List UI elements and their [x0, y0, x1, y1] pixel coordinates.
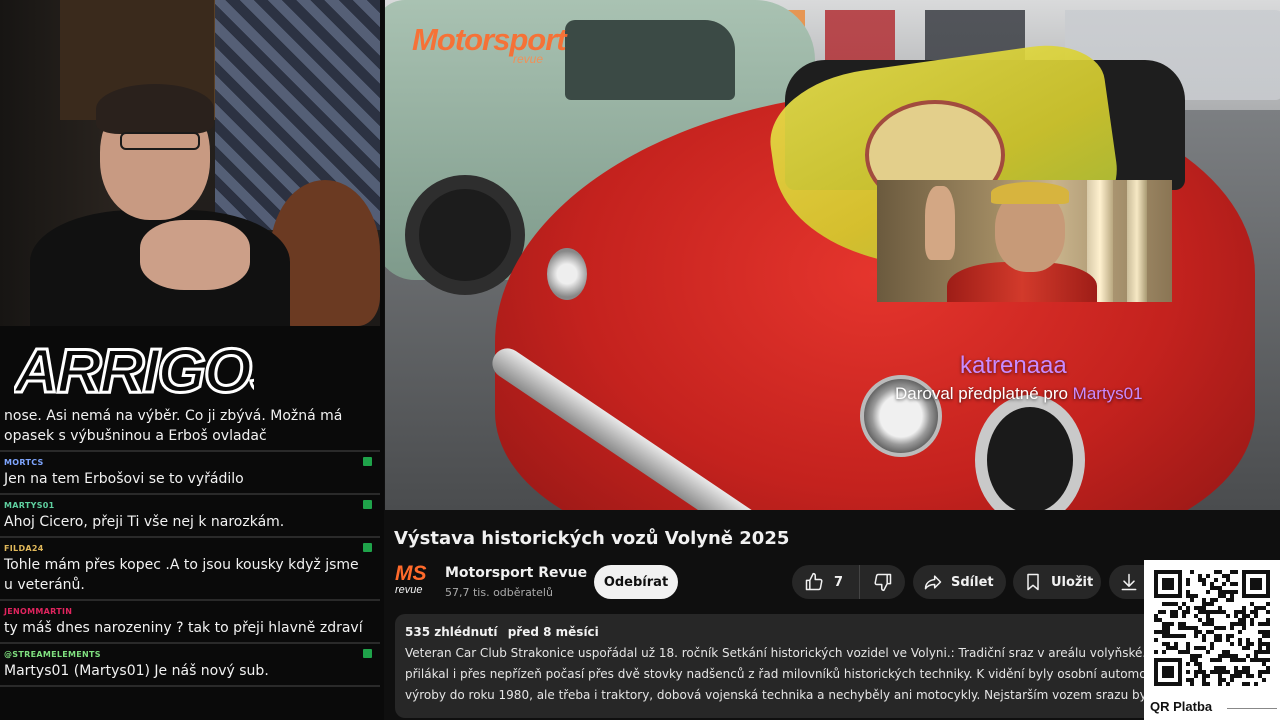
alert-image: [877, 180, 1172, 302]
video-title: Výstava historických vozů Volyně 2025: [394, 528, 790, 549]
like-button[interactable]: 7: [792, 565, 860, 599]
share-arrow-icon: [924, 575, 942, 590]
channel-name[interactable]: Motorsport Revue: [445, 565, 587, 581]
qr-code-icon: [1154, 570, 1270, 686]
video-watermark-sub: revue: [513, 52, 544, 66]
arrigos-logo: ARRIGOS: [14, 336, 254, 403]
view-count: 535 zhlédnutí: [405, 625, 498, 639]
chat-text: Jen na tem Erbošovi se to vyřádilo: [4, 471, 244, 487]
svg-text:ARRIGOS: ARRIGOS: [14, 337, 254, 402]
alert-message: Daroval předplatné pro Martys01: [895, 384, 1143, 403]
thumbs-up-icon: [805, 572, 823, 591]
chat-message: MARTYS01 Ahoj Cicero, přeji Ti vše nej k …: [0, 495, 380, 538]
channel-avatar[interactable]: MS revue: [395, 562, 433, 600]
chat-username[interactable]: @STREAMELEMENTS: [4, 649, 366, 661]
alert-username: katrenaaa: [960, 352, 1067, 379]
webcam-feed: [0, 0, 380, 326]
save-button[interactable]: Uložit: [1013, 565, 1101, 599]
alert-target: Martys01: [1072, 384, 1143, 403]
upload-date: před 8 měsíci: [507, 625, 599, 639]
dislike-button[interactable]: [860, 565, 905, 599]
chat-text: Tohle mám přes kopec .A to jsou kousky k…: [4, 557, 359, 593]
chat-badge-icon: [363, 457, 372, 466]
chat-text: nose. Asi nemá na výběr. Co ji zbývá. Mo…: [4, 408, 343, 444]
stream-sidebar: ARRIGOS nose. Asi nemá na výběr. Co ji z…: [0, 0, 384, 720]
chat-message: FILDA24 Tohle mám přes kopec .A to jsou k…: [0, 538, 380, 601]
chat-panel: nose. Asi nemá na výběr. Co ji zbývá. Mo…: [0, 406, 380, 700]
like-dislike-group: 7: [792, 565, 905, 599]
stream-logo: ARRIGOS: [14, 334, 254, 403]
thumbs-down-icon: [873, 573, 891, 592]
chat-message: MORTCS Jen na tem Erbošovi se to vyřádilo: [0, 452, 380, 495]
chat-message: @STREAMELEMENTS Martys01 (Martys01) Je ná…: [0, 644, 380, 687]
chat-text: Ahoj Cicero, přeji Ti vše nej k narozkám…: [4, 514, 285, 530]
like-count: 7: [834, 574, 844, 590]
chat-badge-icon: [363, 500, 372, 509]
bookmark-icon: [1027, 573, 1039, 591]
chat-badge-icon: [363, 543, 372, 552]
qr-label: QR Platba: [1150, 699, 1213, 714]
screen: ARRIGOS nose. Asi nemá na výběr. Co ji z…: [0, 0, 1280, 720]
chat-text: Martys01 (Martys01) Je náš nový sub.: [4, 663, 269, 679]
description-text: Veteran Car Club Strakonice uspořádal už…: [405, 646, 1162, 702]
chat-username[interactable]: FILDA24: [4, 543, 366, 555]
chat-message: nose. Asi nemá na výběr. Co ji zbývá. Mo…: [0, 406, 380, 452]
share-button[interactable]: Sdílet: [913, 565, 1006, 599]
subscriber-count: 57,7 tis. odběratelů: [445, 586, 553, 599]
chat-badge-icon: [363, 649, 372, 658]
chat-username[interactable]: MARTYS01: [4, 500, 366, 512]
subscribe-button[interactable]: Odebírat: [594, 565, 678, 599]
chat-text: ty máš dnes narozeniny ? tak to přeji hl…: [4, 620, 363, 636]
qr-payment: QR Platba: [1144, 560, 1280, 720]
chat-username[interactable]: MORTCS: [4, 457, 366, 469]
chat-username[interactable]: JENOMMARTIN: [4, 606, 366, 618]
description-meta: 535 zhlédnutí před 8 měsíci: [405, 625, 1270, 639]
download-icon: [1121, 573, 1137, 591]
chat-message: JENOMMARTIN ty máš dnes narozeniny ? tak …: [0, 601, 380, 644]
